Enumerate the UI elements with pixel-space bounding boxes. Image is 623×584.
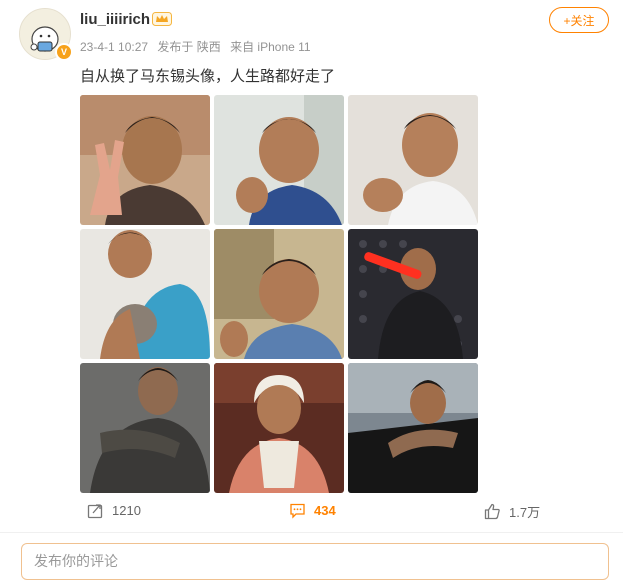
post-meta: 23-4-1 10:27 发布于 陕西 来自 iPhone 11	[80, 38, 317, 55]
like-button[interactable]: 1.7万	[484, 502, 540, 521]
photo-4[interactable]	[80, 229, 210, 359]
photo-thumbs-up-icon	[214, 229, 344, 359]
divider	[0, 532, 623, 533]
photo-grid	[80, 95, 478, 493]
photo-fist-smile-icon	[348, 95, 478, 225]
comment-count: 434	[314, 503, 336, 518]
comment-input[interactable]: 发布你的评论	[21, 543, 609, 580]
follow-button[interactable]: +关注	[549, 7, 609, 33]
photo-tattoo-arm-icon	[80, 363, 210, 493]
photo-2[interactable]	[214, 95, 344, 225]
photo-7[interactable]	[80, 363, 210, 493]
comment-button[interactable]: 434	[289, 502, 336, 519]
photo-6[interactable]	[348, 229, 478, 359]
thumbs-up-icon	[484, 503, 500, 520]
photo-1[interactable]	[80, 95, 210, 225]
repost-count: 1210	[112, 503, 141, 518]
comment-icon	[290, 503, 305, 519]
photo-bib-costume-icon	[214, 363, 344, 493]
photo-9[interactable]	[348, 363, 478, 493]
photo-finger-heart-icon	[214, 95, 344, 225]
photo-car-window-icon	[348, 363, 478, 493]
verified-badge: V	[55, 43, 73, 61]
action-bar: 1210 434 1.7万	[0, 500, 623, 526]
photo-peace-sign-icon	[80, 95, 210, 225]
repost-icon	[87, 504, 103, 519]
post-location: 发布于 陕西	[157, 40, 221, 54]
photo-8[interactable]	[214, 363, 344, 493]
photo-holding-cat-icon	[80, 229, 210, 359]
photo-lightsaber-icon	[348, 229, 478, 359]
username[interactable]: liu_iiiirich	[80, 11, 150, 28]
like-count: 1.7万	[509, 505, 541, 520]
crown-icon	[152, 12, 172, 31]
post-device: 来自 iPhone 11	[230, 40, 311, 54]
repost-button[interactable]: 1210	[87, 502, 141, 519]
photo-3[interactable]	[348, 95, 478, 225]
post-timestamp: 23-4-1 10:27	[80, 40, 149, 54]
weibo-post: V liu_iiiirich 23-4-1 10:27 发布于 陕西 来自 iP…	[0, 0, 623, 584]
post-text: 自从换了马东锡头像，人生路都好走了	[80, 68, 336, 85]
photo-5[interactable]	[214, 229, 344, 359]
